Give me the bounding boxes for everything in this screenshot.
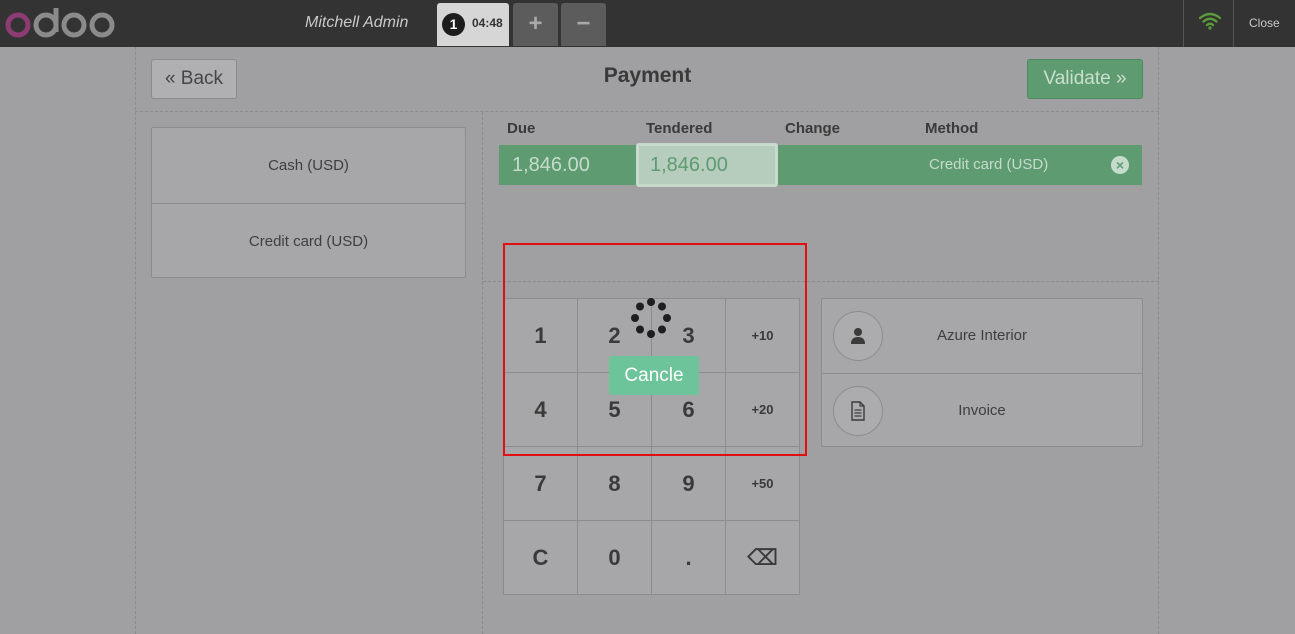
highlight-box <box>503 243 807 456</box>
validate-button[interactable]: Validate » <box>1027 59 1143 99</box>
numpad-key-7[interactable]: 7 <box>504 447 578 521</box>
minus-icon: − <box>576 10 591 37</box>
numpad-key-clear[interactable]: C <box>504 521 578 594</box>
user-name: Mitchell Admin <box>305 14 409 31</box>
numpad-key-plus-50[interactable]: +50 <box>726 447 799 521</box>
delete-payment-line-icon[interactable]: × <box>1111 156 1129 174</box>
customer-button[interactable]: Azure Interior <box>822 299 1142 373</box>
top-bar: Mitchell Admin 1 04:48 + − Close <box>0 0 1295 47</box>
tendered-amount-field[interactable]: 1,846.00 <box>636 143 778 187</box>
divider <box>1233 0 1234 47</box>
divider <box>1183 0 1184 47</box>
payment-line-method: Credit card (USD) <box>929 156 1049 173</box>
payment-line-due: 1,846.00 <box>512 154 590 176</box>
odoo-logo <box>5 8 115 38</box>
order-tab[interactable]: 1 04:48 <box>437 3 509 46</box>
add-order-button[interactable]: + <box>513 3 558 46</box>
remove-order-button[interactable]: − <box>561 3 606 46</box>
payment-method-credit-card[interactable]: Credit card (USD) <box>152 203 465 278</box>
numpad-key-8[interactable]: 8 <box>578 447 652 521</box>
plus-icon: + <box>528 10 543 37</box>
divider <box>482 112 483 634</box>
wifi-icon[interactable] <box>1199 12 1221 30</box>
invoice-button[interactable]: Invoice <box>822 373 1142 447</box>
numpad-key-0[interactable]: 0 <box>578 521 652 594</box>
numpad-key-9[interactable]: 9 <box>652 447 726 521</box>
payment-controls: Azure Interior Invoice <box>821 298 1143 447</box>
payment-line[interactable]: 1,846.00 1,846.00 Credit card (USD) × <box>499 143 1142 187</box>
column-header-tendered: Tendered <box>646 120 713 137</box>
invoice-label: Invoice <box>958 402 1006 419</box>
divider <box>135 111 1159 112</box>
order-number-badge: 1 <box>442 13 465 36</box>
close-button[interactable]: Close <box>1249 16 1280 30</box>
column-header-method: Method <box>925 120 979 137</box>
payment-method-cash[interactable]: Cash (USD) <box>152 128 465 203</box>
backspace-icon[interactable]: ⌫ <box>726 521 799 594</box>
payment-methods: Cash (USD) Credit card (USD) <box>151 127 466 278</box>
customer-label: Azure Interior <box>936 327 1028 344</box>
column-header-due: Due <box>507 120 536 137</box>
column-header-change: Change <box>785 120 841 137</box>
numpad-key-decimal[interactable]: . <box>652 521 726 594</box>
order-time: 04:48 <box>472 16 503 30</box>
